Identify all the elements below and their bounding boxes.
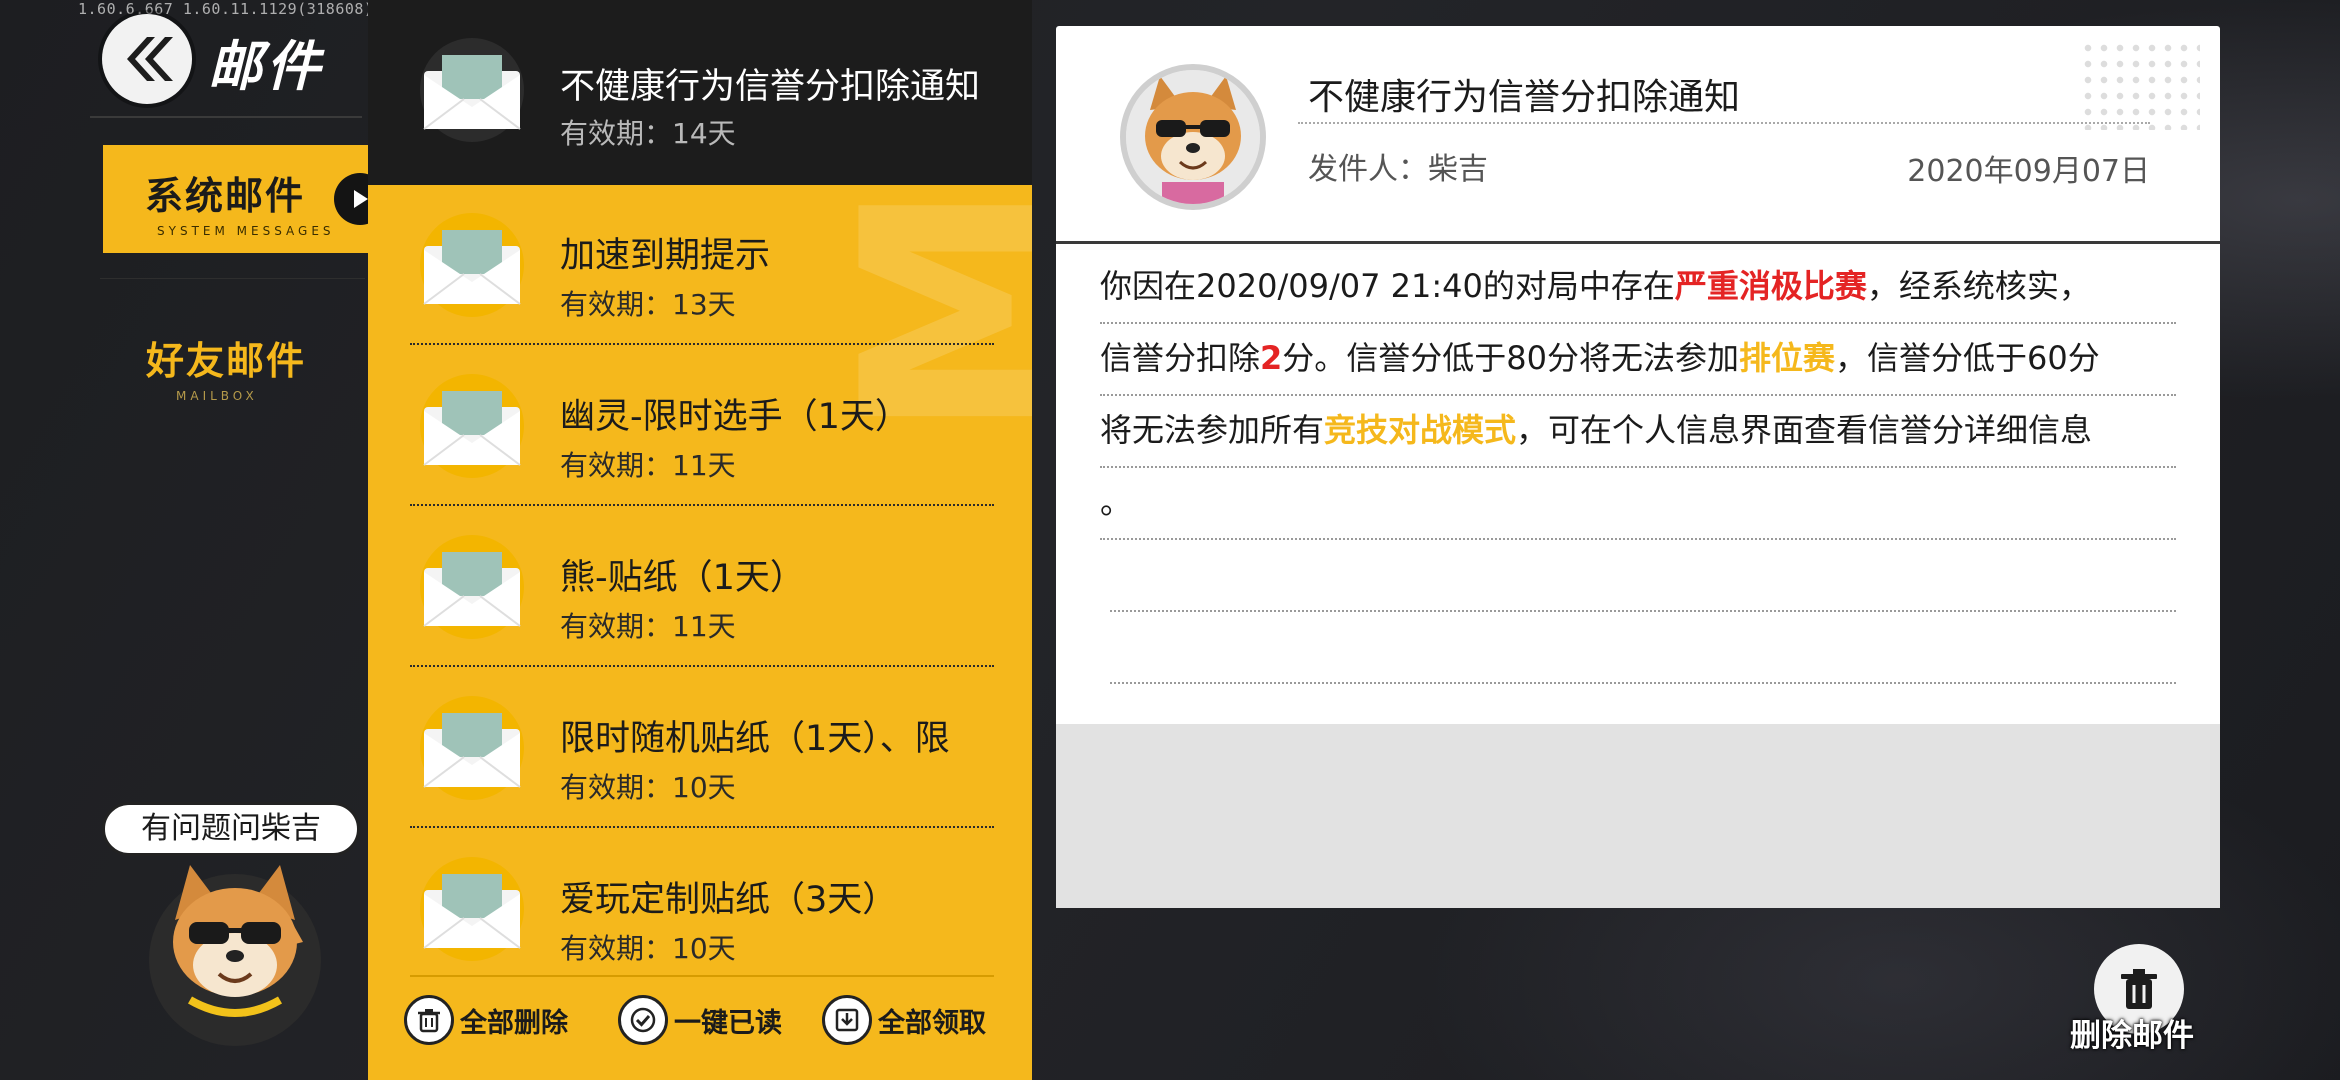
body-line: 。	[1100, 468, 2176, 540]
mark-all-read-label: 一键已读	[674, 1007, 782, 1039]
envelope-icon	[420, 213, 524, 317]
divider	[410, 504, 994, 506]
tab-system-sub: SYSTEM MESSAGES	[157, 224, 335, 238]
divider	[100, 278, 365, 279]
mail-expiry: 有效期：11天	[560, 610, 736, 643]
mail-subject: 爱玩定制贴纸（3天）	[560, 880, 898, 920]
mail-subject: 幽灵-限时选手（1天）	[560, 397, 910, 437]
list-item[interactable]: 限时随机贴纸（1天）、限 有效期：10天	[368, 668, 1032, 828]
check-circle-icon	[618, 995, 668, 1045]
download-icon	[822, 995, 872, 1045]
left-nav: 邮件 系统邮件 SYSTEM MESSAGES 好友邮件 MAILBOX 有问题…	[0, 0, 398, 1080]
highlight-text: 严重消极比赛	[1674, 267, 1867, 305]
mail-subject: 不健康行为信誉分扣除通知	[560, 67, 981, 107]
helper-speech-bubble[interactable]: 有问题问柴吉	[102, 802, 360, 856]
divider	[410, 665, 994, 667]
envelope-icon	[420, 535, 524, 639]
shiba-mascot-icon[interactable]	[135, 850, 335, 1050]
highlight-text: 排位赛	[1739, 339, 1836, 377]
mail-date: 2020年09月07日	[1907, 154, 2150, 189]
mail-expiry: 有效期：14天	[560, 117, 736, 150]
highlight-text: 竞技对战模式	[1324, 411, 1517, 449]
mail-detail-title: 不健康行为信誉分扣除通知	[1308, 77, 1741, 118]
mail-list-panel: MAIL 不健康行为信誉分扣除通知 有效期：14天 加速到期提示 有效期：13天…	[368, 0, 1032, 1080]
body-text: ，信誉分低于60分	[1835, 339, 2100, 377]
divider	[410, 343, 994, 345]
body-text: 分。信誉分低于80分将无法参加	[1282, 339, 1740, 377]
shiba-avatar-icon	[1126, 70, 1260, 204]
trash-icon	[404, 995, 454, 1045]
mail-detail-header: 不健康行为信誉分扣除通知 发件人：柴吉 2020年09月07日	[1056, 26, 2220, 244]
mail-detail-panel: 不健康行为信誉分扣除通知 发件人：柴吉 2020年09月07日 你因在2020/…	[1056, 26, 2220, 908]
body-line: 将无法参加所有竞技对战模式，可在个人信息界面查看信誉分详细信息	[1100, 396, 2176, 468]
mark-all-read-button[interactable]: 一键已读	[618, 995, 782, 1045]
tab-friend-sub: MAILBOX	[176, 389, 258, 403]
tab-system-mail[interactable]: 系统邮件 SYSTEM MESSAGES	[103, 145, 398, 253]
mail-expiry: 有效期：10天	[560, 771, 736, 804]
claim-all-button[interactable]: 全部领取	[822, 995, 986, 1045]
mail-subject: 熊-贴纸（1天）	[560, 558, 805, 598]
list-item[interactable]: 爱玩定制贴纸（3天） 有效期：10天	[368, 829, 1032, 989]
envelope-icon	[420, 38, 524, 142]
mail-sender: 发件人：柴吉	[1308, 152, 1488, 187]
body-line	[1110, 612, 2176, 684]
page-title: 邮件	[208, 35, 324, 98]
divider	[410, 975, 994, 977]
mail-expiry: 有效期：13天	[560, 288, 736, 321]
list-item[interactable]: 熊-贴纸（1天） 有效期：11天	[368, 507, 1032, 667]
body-text: 将无法参加所有	[1100, 411, 1325, 449]
mail-subject: 加速到期提示	[560, 236, 771, 276]
body-line: 你因在2020/09/07 21:40的对局中存在严重消极比赛，经系统核实，	[1100, 252, 2176, 324]
envelope-icon	[420, 696, 524, 800]
list-item[interactable]: 幽灵-限时选手（1天） 有效期：11天	[368, 346, 1032, 506]
list-item[interactable]: 加速到期提示 有效期：13天	[368, 185, 1032, 345]
double-chevron-left-icon	[127, 37, 173, 81]
body-text: 信誉分扣除	[1100, 339, 1261, 377]
delete-all-button[interactable]: 全部删除	[404, 995, 568, 1045]
body-line	[1110, 540, 2176, 612]
divider	[1298, 122, 2150, 124]
divider	[90, 116, 362, 118]
body-text: ，经系统核实，	[1866, 267, 2091, 305]
delete-mail-label[interactable]: 删除邮件	[2070, 1010, 2194, 1055]
tab-friend-mail[interactable]: 好友邮件 MAILBOX	[146, 330, 306, 403]
mail-body: 你因在2020/09/07 21:40的对局中存在严重消极比赛，经系统核实， 信…	[1100, 252, 2176, 684]
dot-pattern-decoration	[2080, 40, 2200, 130]
highlight-text: 2	[1260, 339, 1283, 377]
trash-icon	[2121, 969, 2157, 1009]
envelope-icon	[420, 374, 524, 478]
mail-subject: 限时随机贴纸（1天）、限	[560, 719, 950, 759]
claim-all-label: 全部领取	[878, 1007, 986, 1039]
mail-expiry: 有效期：11天	[560, 449, 736, 482]
avatar	[1120, 64, 1266, 210]
list-footer: 全部删除 一键已读 全部领取	[368, 975, 1032, 1063]
body-line: 信誉分扣除2分。信誉分低于80分将无法参加排位赛，信誉分低于60分	[1100, 324, 2176, 396]
body-text: 你因在2020/09/07 21:40的对局中存在	[1100, 267, 1675, 305]
body-text: ，可在个人信息界面查看信誉分详细信息	[1516, 411, 2093, 449]
divider	[410, 826, 994, 828]
body-text: 。	[1100, 483, 1133, 521]
tab-friend-label: 好友邮件	[146, 339, 307, 383]
mail-detail-footer	[1056, 724, 2220, 908]
list-item[interactable]: 不健康行为信誉分扣除通知 有效期：14天	[368, 0, 1032, 185]
back-button[interactable]	[102, 14, 192, 104]
mail-expiry: 有效期：10天	[560, 932, 736, 965]
delete-all-label: 全部删除	[460, 1007, 568, 1039]
envelope-icon	[420, 857, 524, 961]
